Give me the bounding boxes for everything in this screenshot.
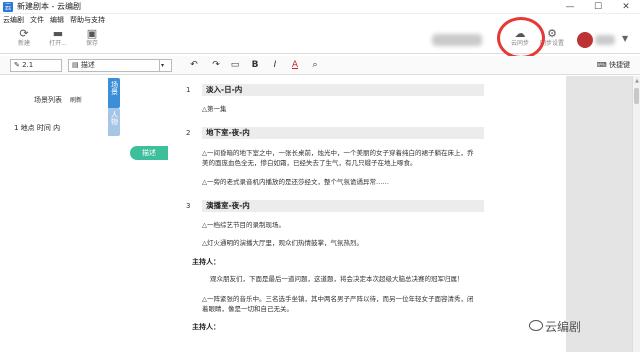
save-label: 保存	[85, 40, 98, 47]
shortcut-button[interactable]: ⌨ 快捷键	[597, 59, 630, 72]
italic-button[interactable]: I	[268, 59, 282, 72]
watermark-text: 云编剧	[545, 320, 582, 334]
element-type-select[interactable]: ▤ 描述	[68, 59, 160, 72]
blurred-account-info	[432, 34, 482, 46]
menu-bar: 云编剧 文件 编辑 帮助与支持	[0, 14, 640, 26]
menu-app[interactable]: 云编剧	[3, 15, 24, 25]
new-label: 新建	[17, 40, 30, 47]
tab-scenes[interactable]: 场景	[108, 78, 120, 108]
vertical-scrollbar[interactable]: ▲	[632, 76, 640, 352]
scene-index-field[interactable]: ✎ 2.1	[10, 59, 62, 72]
element-type-dropdown-icon[interactable]: ▾	[160, 59, 172, 72]
action-line[interactable]: △一档综艺节目的录制现场。	[202, 220, 522, 230]
tab-characters-label: 人物	[110, 111, 119, 125]
open-label: 打开...	[49, 40, 67, 47]
undo-icon[interactable]: ↶	[187, 59, 201, 72]
title-bar: 云 新建剧本 - 云编剧 — ☐ ✕	[0, 0, 640, 14]
tab-scenes-label: 场景	[110, 81, 119, 95]
list-icon: ▤	[72, 61, 81, 69]
scene-number: 3	[186, 202, 191, 210]
new-button[interactable]: ⟳ 新建	[10, 27, 38, 51]
minimize-button[interactable]: —	[556, 0, 584, 14]
wechat-icon	[529, 320, 543, 331]
window-controls: — ☐ ✕	[556, 0, 640, 14]
scene-number: 1	[186, 86, 191, 94]
close-button[interactable]: ✕	[612, 0, 640, 14]
app-logo-icon: 云	[3, 1, 13, 12]
new-document-icon: ⟳	[19, 27, 29, 40]
scene-list-item[interactable]: 1 地点 时间 内	[14, 123, 60, 133]
dialogue-line[interactable]: 观众朋友们，下面是最后一道问题，这道题，将会决定本次超级大脑总决赛的冠军归属！	[210, 274, 530, 284]
tab-characters[interactable]: 人物	[108, 108, 120, 136]
action-line[interactable]: △一间昏暗的地下室之中，一张长桌前，烛光中，一个美丽的女子穿着纯白的裙子躺在床上…	[202, 148, 522, 158]
element-type-tag: 描述	[130, 146, 168, 160]
find-icon[interactable]: ⌕	[308, 59, 322, 72]
menu-file[interactable]: 文件	[30, 15, 44, 25]
character-name[interactable]: 主持人：	[192, 257, 220, 267]
shortcut-label: 快捷键	[609, 61, 630, 69]
keyboard-icon: ⌨	[596, 61, 609, 69]
action-line[interactable]: △一旁的老式录音机内播放的是还莎经文，整个气氛诡谲异常……	[202, 177, 522, 187]
scene-heading[interactable]: 演播室-夜-内	[202, 200, 484, 212]
highlight-circle	[497, 17, 545, 59]
maximize-button[interactable]: ☐	[584, 0, 612, 14]
chevron-down-icon[interactable]: ▼	[622, 34, 628, 43]
redo-icon[interactable]: ↷	[209, 59, 223, 72]
scene-list-title: 场景列表	[34, 96, 62, 104]
right-margin-panel	[566, 76, 632, 352]
save-button[interactable]: ▣ 保存	[78, 27, 106, 51]
scene-number: 2	[186, 129, 191, 137]
window-title: 新建剧本 - 云编剧	[17, 2, 81, 11]
format-bar: ✎ 2.1 ▤ 描述 ▾ ↶ ↷ ▭ B I A ⌕ ⌨ 快捷键	[0, 56, 640, 75]
character-name[interactable]: 主持人：	[192, 322, 220, 332]
element-type-value: 描述	[80, 61, 95, 69]
refresh-link[interactable]: 刷新	[70, 95, 82, 104]
scene-heading[interactable]: 地下室-夜-内	[202, 127, 484, 139]
avatar[interactable]	[577, 32, 593, 48]
open-button[interactable]: ▬ 打开...	[44, 27, 72, 51]
blurred-username	[595, 35, 615, 45]
action-line[interactable]: △一阵紧张的音乐中。三名选手坐镇，其中两名男子严阵以待，而另一位年轻女子面容清秀…	[202, 294, 522, 304]
action-line[interactable]: △灯火通明的演播大厅里，观众们热情鼓掌，气氛热烈。	[202, 238, 522, 248]
action-line[interactable]: 美的面庞血色全无，惨白如霜，已经失去了生气，有几只蛾子在地上啄食。	[202, 158, 522, 168]
edit-icon: ✎	[14, 61, 23, 69]
script-editor[interactable]: 1 淡入-日-内 △第一集 2 地下室-夜-内 △一间昏暗的地下室之中，一张长桌…	[168, 76, 566, 352]
bold-button[interactable]: B	[248, 59, 262, 72]
scene-list-panel: 场景列表 刷新 1 地点 时间 内	[0, 76, 108, 352]
scroll-thumb[interactable]	[634, 88, 639, 104]
folder-icon: ▬	[52, 27, 64, 40]
action-line[interactable]: 着眼睛，像是一切和自己无关。	[202, 304, 522, 314]
action-line[interactable]: △第一集	[202, 104, 522, 114]
font-color-button[interactable]: A	[288, 59, 302, 72]
menu-edit[interactable]: 编辑	[50, 15, 64, 25]
scene-index-value: 2.1	[22, 61, 34, 69]
scroll-up-icon[interactable]: ▲	[633, 78, 640, 84]
scene-heading[interactable]: 淡入-日-内	[202, 84, 484, 96]
menu-help[interactable]: 帮助与支持	[70, 15, 105, 25]
image-icon[interactable]: ▭	[228, 59, 242, 72]
save-icon: ▣	[86, 27, 98, 40]
